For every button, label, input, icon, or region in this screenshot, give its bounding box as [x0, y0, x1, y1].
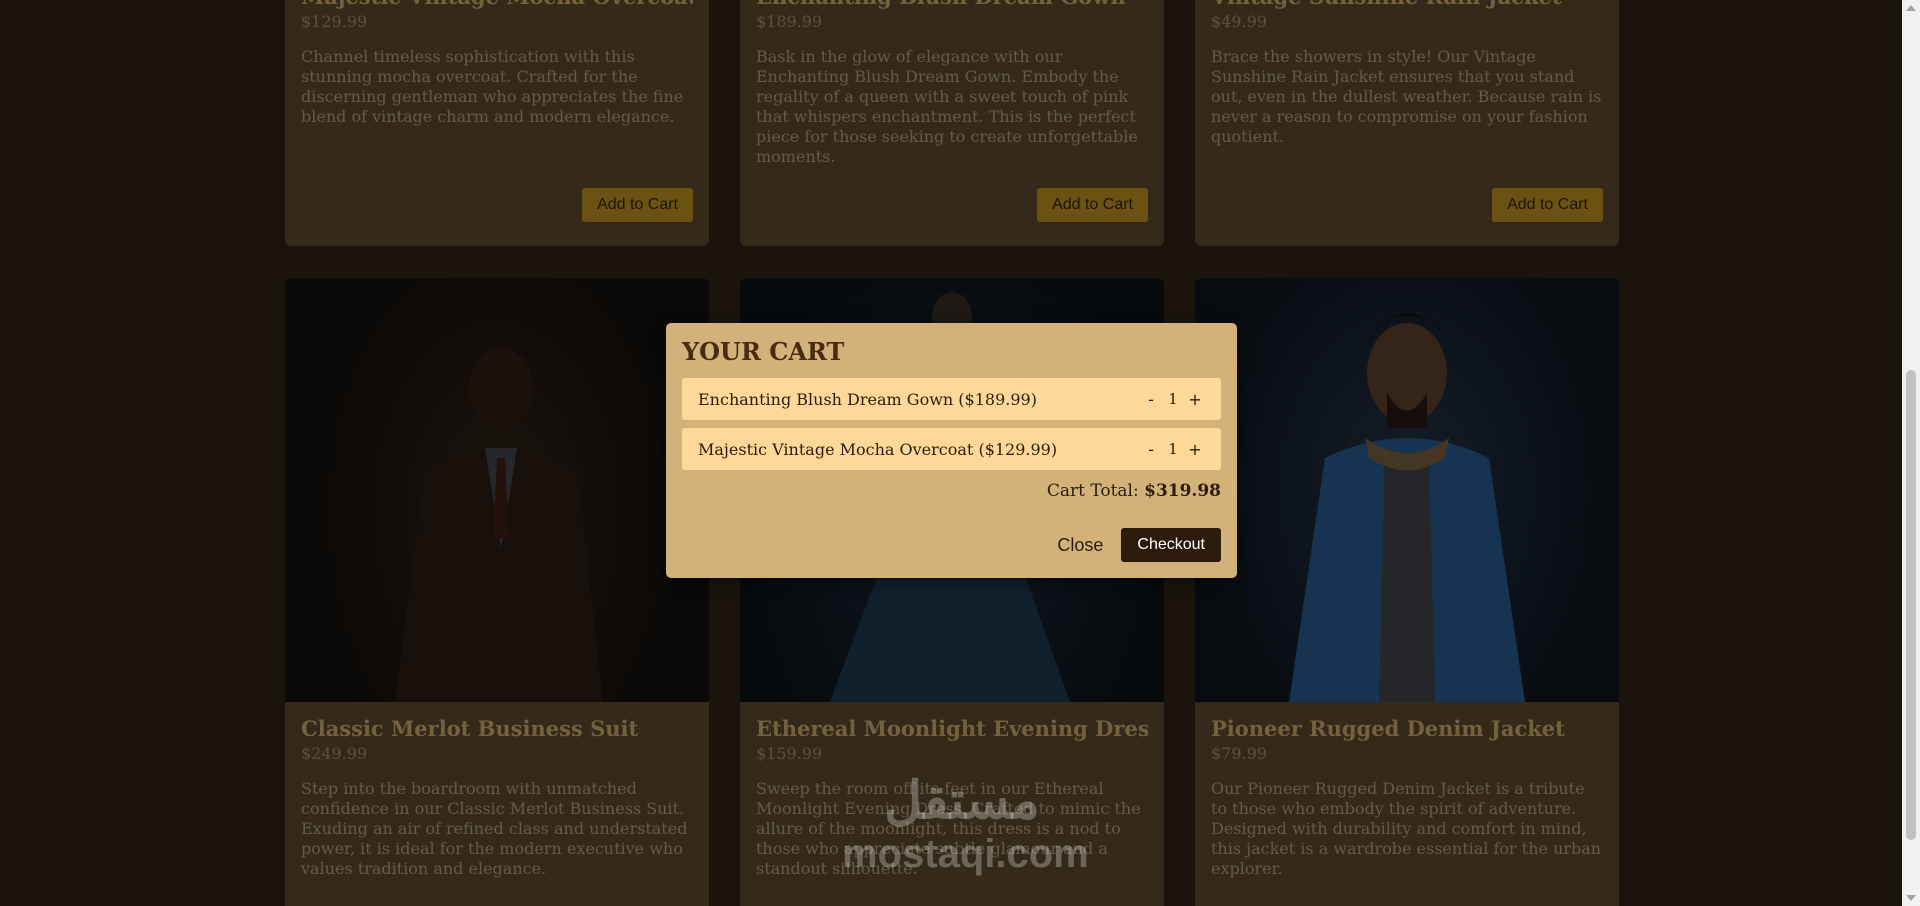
quantity-value: 1	[1168, 440, 1178, 458]
scroll-down-icon[interactable]	[1906, 895, 1916, 901]
watermark: مستقل mostaqi.com	[842, 770, 1089, 890]
cart-title: YOUR CART	[682, 337, 845, 366]
quantity-stepper: - 1 +	[1141, 440, 1205, 459]
scroll-up-icon[interactable]	[1906, 5, 1916, 11]
modal-actions: Close Checkout	[1057, 528, 1221, 562]
cart-total-value: $319.98	[1144, 481, 1221, 501]
cart-item-label: Enchanting Blush Dream Gown ($189.99)	[698, 389, 1037, 409]
vertical-scrollbar[interactable]	[1902, 0, 1920, 906]
increase-quantity-button[interactable]: +	[1185, 390, 1205, 409]
cart-total-label: Cart Total:	[1046, 481, 1145, 501]
close-button[interactable]: Close	[1057, 535, 1103, 556]
cart-item: Enchanting Blush Dream Gown ($189.99) - …	[682, 378, 1221, 420]
decrease-quantity-button[interactable]: -	[1141, 440, 1161, 459]
decrease-quantity-button[interactable]: -	[1141, 390, 1161, 409]
watermark-arabic: مستقل	[884, 772, 1040, 830]
quantity-stepper: - 1 +	[1141, 390, 1205, 409]
cart-modal: YOUR CART Enchanting Blush Dream Gown ($…	[666, 323, 1237, 578]
cart-item: Majestic Vintage Mocha Overcoat ($129.99…	[682, 428, 1221, 470]
cart-total: Cart Total: $319.98	[682, 481, 1221, 501]
cart-item-label: Majestic Vintage Mocha Overcoat ($129.99…	[698, 439, 1058, 459]
quantity-value: 1	[1168, 390, 1178, 408]
scrollbar-thumb[interactable]	[1906, 370, 1916, 840]
watermark-latin: mostaqi.com	[842, 832, 1089, 876]
increase-quantity-button[interactable]: +	[1185, 440, 1205, 459]
checkout-button[interactable]: Checkout	[1121, 528, 1221, 562]
